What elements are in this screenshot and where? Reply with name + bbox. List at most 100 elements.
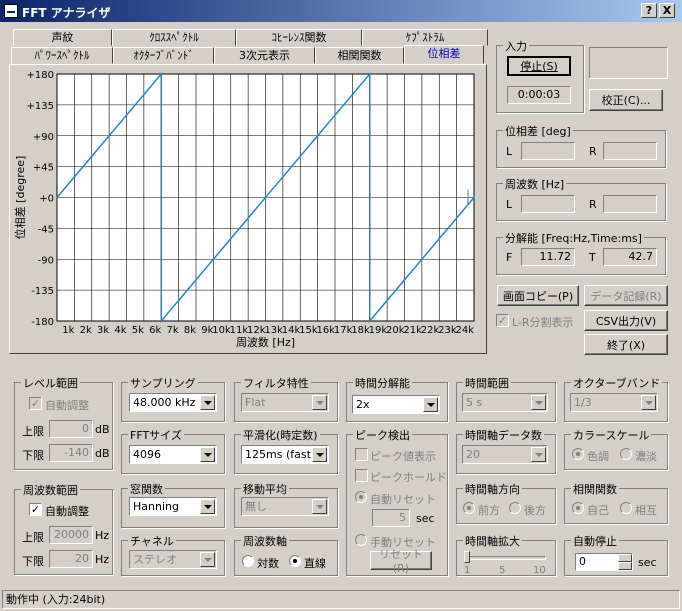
- filter-label: フィルタ特性: [241, 375, 311, 391]
- x-tick-label: 14k: [282, 325, 301, 336]
- time-res-select[interactable]: 2x: [352, 395, 440, 414]
- phase-group-label: 位相差 [deg]: [503, 123, 573, 139]
- freq-axis-linear-radio[interactable]: [289, 555, 301, 567]
- resolution-t-value: 42.7: [603, 248, 657, 266]
- color-hue-label: 色調: [587, 450, 609, 463]
- tab-bottom-0[interactable]: ﾊﾟﾜｰｽﾍﾟｸﾄﾙ: [11, 47, 113, 64]
- tab-bottom-2[interactable]: 3次元表示: [214, 47, 315, 64]
- csv-export-button[interactable]: CSV出力(V): [584, 310, 668, 331]
- freq-auto-label: 自動調整: [45, 505, 89, 518]
- peak-seconds-field[interactable]: 5: [372, 509, 410, 527]
- filter-select[interactable]: Flat: [241, 393, 329, 412]
- time-data-dropdown-icon[interactable]: [531, 447, 546, 462]
- x-tick-label: 24k: [455, 325, 474, 336]
- phase-l-label: L: [506, 145, 513, 158]
- close-button[interactable]: X: [659, 3, 675, 18]
- color-shade-radio[interactable]: [620, 448, 632, 460]
- time-zoom-track[interactable]: [464, 556, 546, 560]
- series-point: [160, 73, 163, 75]
- octave-select[interactable]: 1/3: [570, 393, 658, 412]
- help-button[interactable]: ?: [641, 3, 657, 18]
- phase-chart: +180 +135 +90 +45 +0 -45 -90 -135 -180 1k 2k 3k 4k 5k…: [13, 70, 475, 349]
- sampling-select[interactable]: 48.000 kHz: [129, 393, 217, 412]
- y-tick-label: -45: [38, 224, 54, 235]
- window-fn-dropdown-icon[interactable]: [200, 499, 215, 514]
- freq-lower-unit: Hz: [95, 553, 110, 566]
- channel-value: ステレオ: [133, 553, 177, 566]
- calibrate-button[interactable]: 校正(C)...: [589, 89, 663, 111]
- level-lower-unit: dB: [95, 447, 110, 460]
- tab-bottom-3[interactable]: 相関関数: [315, 47, 404, 64]
- octave-dropdown-icon[interactable]: [641, 395, 656, 410]
- time-res-dropdown-icon[interactable]: [423, 397, 438, 412]
- time-range-select[interactable]: 5 s: [462, 393, 548, 412]
- x-tick-label: 11k: [230, 325, 249, 336]
- spin-up-icon[interactable]: [618, 554, 632, 562]
- x-tick-label: 19k: [369, 325, 388, 336]
- x-tick-label: 7k: [166, 325, 178, 336]
- color-hue-radio[interactable]: [572, 448, 584, 460]
- peak-reset-button[interactable]: リセット(R): [370, 548, 432, 575]
- filter-dropdown-icon[interactable]: [312, 395, 327, 410]
- tab-top-3[interactable]: ｹﾌﾟｽﾄﾗﾑ: [362, 29, 488, 46]
- level-auto-checkbox[interactable]: ✓: [29, 397, 42, 410]
- smoothing-dropdown-icon[interactable]: [312, 447, 327, 462]
- data-record-button[interactable]: データ記録(R): [584, 285, 668, 306]
- level-lower-field[interactable]: -140: [49, 444, 93, 462]
- fft-size-dropdown-icon[interactable]: [200, 447, 215, 462]
- correlation-self-label: 自己: [587, 504, 609, 517]
- peak-manual-reset-radio[interactable]: [355, 534, 367, 546]
- level-lower-label: 下限: [22, 449, 44, 462]
- channel-dropdown-icon[interactable]: [200, 552, 215, 567]
- tab-top-1[interactable]: ｸﾛｽｽﾍﾟｸﾄﾙ: [112, 29, 236, 46]
- smoothing-value: 125ms (fast): [245, 448, 316, 461]
- tab-top-0[interactable]: 声紋: [13, 29, 112, 46]
- window-fn-select[interactable]: Hanning: [129, 497, 217, 516]
- y-tick-label: -90: [38, 255, 54, 266]
- freq-lower-field[interactable]: 20: [49, 550, 93, 568]
- moving-avg-dropdown-icon[interactable]: [312, 499, 327, 514]
- tab-bottom-1[interactable]: ｵｸﾀｰﾌﾞﾊﾞﾝﾄﾞ: [113, 47, 214, 64]
- freq-auto-checkbox[interactable]: ✓: [29, 503, 42, 516]
- freq-upper-field[interactable]: 20000: [49, 526, 93, 544]
- time-dir-backward-radio[interactable]: [509, 502, 521, 514]
- spin-down-icon[interactable]: [618, 562, 632, 570]
- fft-size-value: 4096: [133, 448, 161, 461]
- fft-size-select[interactable]: 4096: [129, 445, 217, 464]
- correlation-mutual-radio[interactable]: [620, 502, 632, 514]
- lr-split-checkbox[interactable]: ✓: [496, 314, 509, 327]
- time-range-dropdown-icon[interactable]: [531, 395, 546, 410]
- tab-top-2[interactable]: ｺﾋｰﾚﾝｽ関数: [236, 29, 362, 46]
- freq-upper-label: 上限: [22, 531, 44, 544]
- level-upper-field[interactable]: 0: [49, 420, 93, 438]
- csv-export-label: CSV出力(V): [595, 314, 657, 328]
- x-tick-label: 21k: [403, 325, 422, 336]
- freq-axis-log-radio[interactable]: [242, 555, 254, 567]
- title-bar: FFT アナライザ ? X: [0, 0, 682, 22]
- channel-select[interactable]: ステレオ: [129, 550, 217, 569]
- smoothing-select[interactable]: 125ms (fast): [241, 445, 329, 464]
- freq-axis-log-label: 対数: [257, 557, 279, 570]
- exit-button[interactable]: 終了(X): [584, 334, 668, 355]
- moving-avg-value: 無し: [245, 500, 267, 513]
- peak-hold-checkbox[interactable]: [355, 469, 368, 482]
- peak-show-checkbox[interactable]: [355, 448, 368, 461]
- time-data-value: 20: [466, 448, 480, 461]
- correlation-self-radio[interactable]: [572, 502, 584, 514]
- time-dir-forward-radio[interactable]: [463, 502, 475, 514]
- peak-auto-reset-radio[interactable]: [355, 491, 367, 503]
- x-tick-label: 23k: [438, 325, 457, 336]
- correlation-label: 相関関数: [571, 481, 619, 497]
- screen-copy-button[interactable]: 画面コピー(P): [497, 285, 579, 306]
- stop-button[interactable]: 停止(S): [507, 56, 571, 76]
- freq-l-label: L: [506, 198, 513, 211]
- time-zoom-tick-5: 5: [499, 565, 506, 576]
- moving-avg-select[interactable]: 無し: [241, 497, 329, 516]
- time-zoom-thumb[interactable]: [464, 551, 470, 563]
- tab-bottom-4[interactable]: 位相差: [404, 45, 484, 64]
- sampling-dropdown-icon[interactable]: [200, 395, 215, 410]
- auto-stop-label: 自動停止: [571, 533, 619, 549]
- auto-stop-value: 0: [579, 555, 586, 568]
- y-tick-label: +135: [27, 101, 54, 112]
- time-data-select[interactable]: 20: [462, 445, 548, 464]
